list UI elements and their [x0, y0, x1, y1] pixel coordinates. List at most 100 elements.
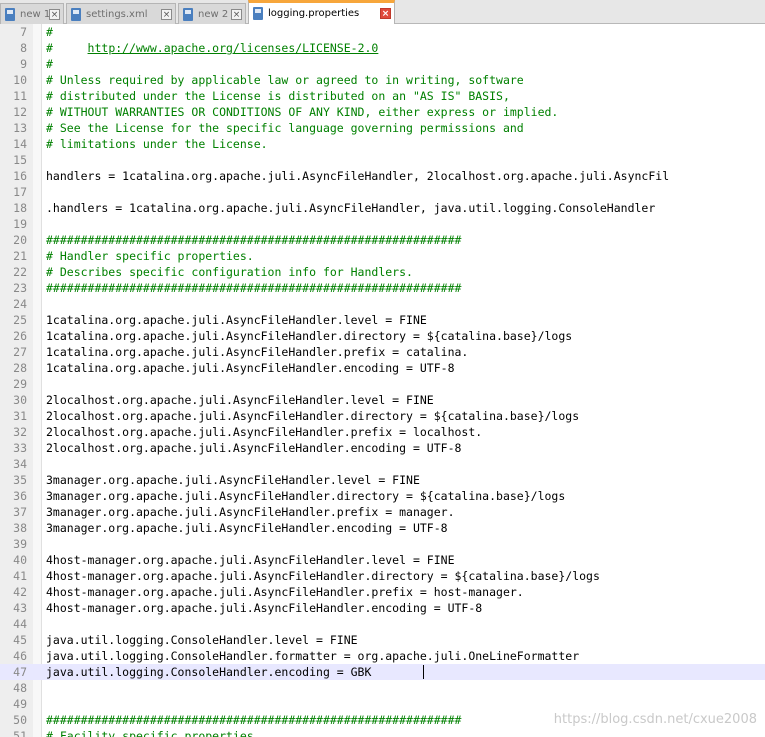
line-text: java.util.logging.ConsoleHandler.formatt…	[46, 649, 580, 663]
line-text: # Unless required by applicable law or a…	[46, 73, 524, 87]
code-line[interactable]: 39	[0, 536, 765, 552]
line-text: 1catalina.org.apache.juli.AsyncFileHandl…	[46, 345, 469, 359]
line-number: 40	[13, 553, 27, 567]
line-number: 48	[13, 681, 27, 695]
code-line[interactable]: 27 1catalina.org.apache.juli.AsyncFileHan…	[0, 344, 765, 360]
code-line[interactable]: 29	[0, 376, 765, 392]
line-text: # http://www.apache.org/licenses/LICENSE…	[46, 40, 378, 56]
line-text: ########################################…	[46, 713, 462, 727]
code-line[interactable]: 10 # Unless required by applicable law or…	[0, 72, 765, 88]
tab-settings-xml[interactable]: settings.xml ×	[66, 3, 176, 24]
tab-label: logging.properties	[268, 8, 360, 19]
tab-label: new 1	[20, 8, 49, 20]
line-number: 41	[13, 569, 27, 583]
editor-lines: 7 #8 # http://www.apache.org/licenses/LICE…	[0, 24, 765, 737]
line-number: 37	[13, 505, 27, 519]
line-text: 2localhost.org.apache.juli.AsyncFileHand…	[46, 393, 434, 407]
code-line[interactable]: 22 # Describes specific configuration inf…	[0, 264, 765, 280]
line-text: # Facility specific properties.	[46, 729, 261, 737]
code-line[interactable]: 33 2localhost.org.apache.juli.AsyncFileHa…	[0, 440, 765, 456]
file-icon	[4, 7, 16, 21]
code-line[interactable]: 25 1catalina.org.apache.juli.AsyncFileHan…	[0, 312, 765, 328]
code-line[interactable]: 20 ######################################…	[0, 232, 765, 248]
code-line[interactable]: 35 3manager.org.apache.juli.AsyncFileHand…	[0, 472, 765, 488]
line-number: 51	[13, 729, 27, 737]
line-text: 4host-manager.org.apache.juli.AsyncFileH…	[46, 569, 600, 583]
code-line[interactable]: 49	[0, 696, 765, 712]
code-line[interactable]: 18 .handlers = 1catalina.org.apache.juli.…	[0, 200, 765, 216]
line-number: 18	[13, 201, 27, 215]
close-tab-icon[interactable]: ×	[161, 8, 172, 20]
code-line[interactable]: 23 ######################################…	[0, 280, 765, 296]
tab-logging-properties[interactable]: logging.properties ×	[248, 0, 395, 24]
code-line[interactable]: 13 # See the License for the specific lan…	[0, 120, 765, 136]
line-number: 16	[13, 169, 27, 183]
code-line[interactable]: 30 2localhost.org.apache.juli.AsyncFileHa…	[0, 392, 765, 408]
code-line[interactable]: 38 3manager.org.apache.juli.AsyncFileHand…	[0, 520, 765, 536]
license-link[interactable]: http://www.apache.org/licenses/LICENSE-2…	[88, 41, 379, 55]
line-number: 50	[13, 713, 27, 727]
line-number: 8	[20, 41, 27, 55]
line-number: 9	[20, 57, 27, 71]
line-text: ########################################…	[46, 281, 462, 295]
code-line[interactable]: 24	[0, 296, 765, 312]
code-line[interactable]: 7 #	[0, 24, 765, 40]
file-icon	[70, 7, 82, 21]
code-line[interactable]: 41 4host-manager.org.apache.juli.AsyncFil…	[0, 568, 765, 584]
line-text: 1catalina.org.apache.juli.AsyncFileHandl…	[46, 329, 573, 343]
line-number: 47	[13, 665, 27, 679]
tab-label: settings.xml	[86, 8, 148, 20]
line-number: 43	[13, 601, 27, 615]
watermark: https://blog.csdn.net/cxue2008	[553, 712, 757, 727]
line-text: # Describes specific configuration info …	[46, 265, 413, 279]
code-line[interactable]: 11 # distributed under the License is dis…	[0, 88, 765, 104]
code-line[interactable]: 12 # WITHOUT WARRANTIES OR CONDITIONS OF …	[0, 104, 765, 120]
code-line[interactable]: 31 2localhost.org.apache.juli.AsyncFileHa…	[0, 408, 765, 424]
tab-new-2[interactable]: new 2 ×	[178, 3, 246, 24]
code-line[interactable]: 45 java.util.logging.ConsoleHandler.level…	[0, 632, 765, 648]
line-number: 27	[13, 345, 27, 359]
line-number: 45	[13, 633, 27, 647]
line-text: # limitations under the License.	[46, 137, 268, 151]
code-line[interactable]: 34	[0, 456, 765, 472]
code-line[interactable]: 28 1catalina.org.apache.juli.AsyncFileHan…	[0, 360, 765, 376]
line-text: handlers = 1catalina.org.apache.juli.Asy…	[46, 169, 670, 183]
text-cursor	[423, 665, 425, 679]
code-line[interactable]: 26 1catalina.org.apache.juli.AsyncFileHan…	[0, 328, 765, 344]
code-line[interactable]: 43 4host-manager.org.apache.juli.AsyncFil…	[0, 600, 765, 616]
code-line[interactable]: 40 4host-manager.org.apache.juli.AsyncFil…	[0, 552, 765, 568]
close-tab-icon[interactable]: ×	[49, 8, 60, 20]
code-line[interactable]: 15	[0, 152, 765, 168]
line-text: java.util.logging.ConsoleHandler.encodin…	[46, 665, 372, 679]
line-text: 2localhost.org.apache.juli.AsyncFileHand…	[46, 409, 580, 423]
code-line[interactable]: 46 java.util.logging.ConsoleHandler.forma…	[0, 648, 765, 664]
line-text: #	[46, 57, 53, 71]
code-line[interactable]: 36 3manager.org.apache.juli.AsyncFileHand…	[0, 488, 765, 504]
code-line[interactable]: 21 # Handler specific properties.	[0, 248, 765, 264]
code-line[interactable]: 19	[0, 216, 765, 232]
close-tab-icon[interactable]: ×	[380, 8, 391, 19]
code-line[interactable]: 8 # http://www.apache.org/licenses/LICENS…	[0, 40, 765, 56]
code-line[interactable]: 44	[0, 616, 765, 632]
line-number: 19	[13, 217, 27, 231]
line-number: 23	[13, 281, 27, 295]
line-number: 22	[13, 265, 27, 279]
close-tab-icon[interactable]: ×	[231, 8, 242, 20]
code-editor[interactable]: 7 #8 # http://www.apache.org/licenses/LICE…	[0, 24, 765, 737]
code-line[interactable]: 9 #	[0, 56, 765, 72]
line-number: 26	[13, 329, 27, 343]
file-icon	[182, 7, 194, 21]
code-line[interactable]: 37 3manager.org.apache.juli.AsyncFileHand…	[0, 504, 765, 520]
code-line[interactable]: 42 4host-manager.org.apache.juli.AsyncFil…	[0, 584, 765, 600]
line-number: 32	[13, 425, 27, 439]
code-line[interactable]: 32 2localhost.org.apache.juli.AsyncFileHa…	[0, 424, 765, 440]
current-line[interactable]: 47 java.util.logging.ConsoleHandler.encod…	[0, 664, 765, 680]
code-line[interactable]: 17	[0, 184, 765, 200]
code-line[interactable]: 16 handlers = 1catalina.org.apache.juli.A…	[0, 168, 765, 184]
code-line[interactable]: 51 # Facility specific properties.	[0, 728, 765, 737]
code-line[interactable]: 14 # limitations under the License.	[0, 136, 765, 152]
line-number: 25	[13, 313, 27, 327]
line-number: 29	[13, 377, 27, 391]
code-line[interactable]: 48	[0, 680, 765, 696]
tab-new-1[interactable]: new 1 ×	[0, 3, 64, 24]
